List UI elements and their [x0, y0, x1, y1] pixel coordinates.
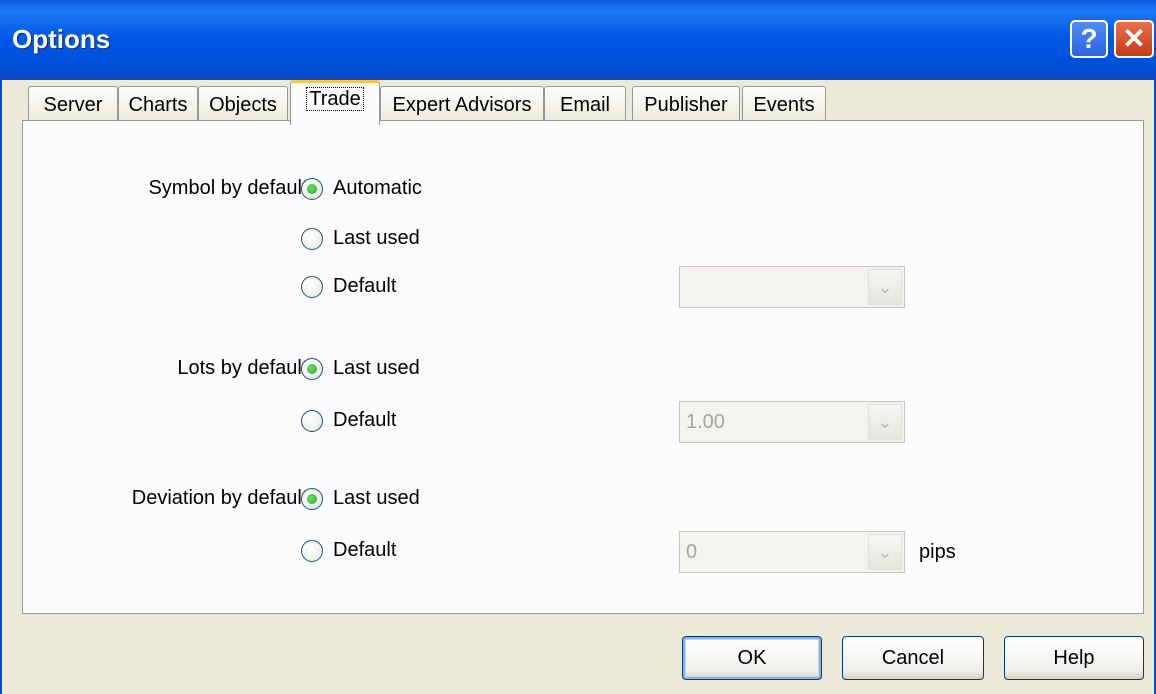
chevron-down-icon[interactable]: ⌄ [868, 534, 902, 570]
tab-server[interactable]: Server [28, 86, 118, 124]
lots-last-used-radio[interactable] [301, 358, 323, 380]
tab-expert-advisors[interactable]: Expert Advisors [380, 86, 544, 124]
lots-default-option-label: Default [333, 409, 397, 431]
symbol-last-used-label: Last used [333, 227, 420, 249]
title-bar: Options ? ✕ [0, 0, 1156, 80]
symbol-default-radio[interactable] [301, 276, 323, 298]
window-title: Options [12, 24, 111, 54]
deviation-last-used-label: Last used [333, 487, 420, 509]
deviation-default-option-label: Default [333, 539, 397, 561]
lots-default-combo[interactable]: 1.00 ⌄ [679, 401, 905, 443]
tab-trade[interactable]: Trade [290, 80, 380, 125]
tab-events[interactable]: Events [742, 86, 826, 124]
deviation-default-label: Deviation by default: [131, 487, 313, 509]
deviation-default-value: 0 [686, 541, 698, 563]
trade-tab-panel: Symbol by default: Automatic Last used D… [22, 120, 1144, 614]
lots-default-value: 1.00 [686, 411, 725, 433]
tab-publisher[interactable]: Publisher [632, 86, 740, 124]
tab-email[interactable]: Email [544, 86, 626, 124]
pips-unit-label: pips [919, 541, 956, 563]
chevron-down-icon[interactable]: ⌄ [868, 404, 902, 440]
tab-objects[interactable]: Objects [198, 86, 288, 124]
lots-last-used-label: Last used [333, 357, 420, 379]
lots-default-radio[interactable] [301, 410, 323, 432]
chevron-down-icon[interactable]: ⌄ [868, 269, 902, 305]
symbol-last-used-radio[interactable] [301, 228, 323, 250]
close-icon: ✕ [1122, 23, 1146, 54]
symbol-default-combo[interactable]: ⌄ [679, 266, 905, 308]
help-title-button[interactable]: ? [1070, 20, 1108, 58]
symbol-automatic-radio[interactable] [301, 178, 323, 200]
lots-default-label: Lots by default: [177, 357, 313, 379]
deviation-default-radio[interactable] [301, 540, 323, 562]
help-button[interactable]: Help [1004, 636, 1144, 680]
tab-charts[interactable]: Charts [118, 86, 198, 124]
deviation-default-combo[interactable]: 0 ⌄ [679, 531, 905, 573]
cancel-button[interactable]: Cancel [842, 636, 984, 680]
close-button[interactable]: ✕ [1114, 20, 1154, 58]
symbol-default-option-label: Default [333, 275, 397, 297]
help-icon: ? [1080, 23, 1098, 54]
deviation-last-used-radio[interactable] [301, 488, 323, 510]
ok-button[interactable]: OK [682, 636, 822, 680]
symbol-default-label: Symbol by default: [148, 177, 313, 199]
symbol-automatic-label: Automatic [333, 177, 422, 199]
